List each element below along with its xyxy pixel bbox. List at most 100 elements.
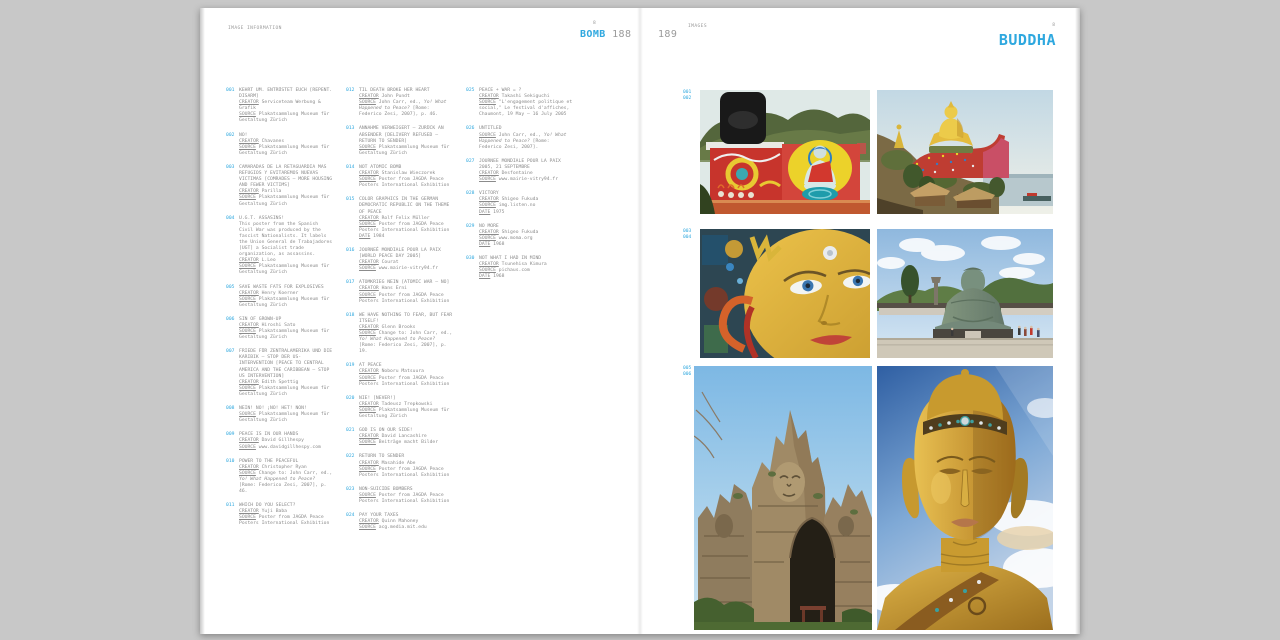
credit-entry: 011WHICH DO YOU SELECT?CREATOR Yuji Baba… (226, 503, 338, 527)
credit-entry: 020NIE! [NEVER!]CREATOR Tadeusz Trepkows… (346, 396, 458, 420)
photo-row2-labels: 003004 (683, 229, 691, 241)
photo-row3-labels: 005006 (683, 366, 691, 378)
entry-number: 010 (226, 459, 239, 496)
entry-text: FRIEDE FÜR ZENTRALAMERIKA UND DIE KARIBI… (239, 349, 333, 398)
entry-text: PAY YOUR TAXESCREATOR Quinn MahoneySOURC… (359, 513, 453, 531)
entry-text: JOURNEÉ MONDIALE POUR LA PAIX [WORLD PEA… (359, 248, 453, 272)
section-title-buddha: BUDDHA (999, 31, 1056, 49)
credit-entry: 014NOT ATOMIC BOMBCREATOR Stanislaw Wiec… (346, 165, 458, 189)
section-title-bomb: BOMB (580, 29, 606, 40)
entry-number: 013 (346, 126, 359, 156)
entry-text: COLOR GRAPHICS IN THE GERMAN DEMOCRATIC … (359, 197, 453, 240)
entry-number: 016 (346, 248, 359, 272)
entry-number: 015 (346, 197, 359, 240)
entry-text: NO MORECREATOR Shigeo FukudaSOURCE www.m… (479, 224, 573, 248)
credit-entry: 001KEHRT UM. ENTRÜSTET EUCH [REPENT. DIS… (226, 88, 338, 125)
right-header-label: IMAGES (688, 24, 707, 29)
entry-text: UNTITLEDSOURCE John Carr, ed., Yo! What … (479, 126, 573, 150)
credit-entry: 009PEACE IS IN OUR HANDSCREATOR David Gi… (226, 432, 338, 450)
credit-entry: 028VICTORYCREATOR Shigeo FukudaSOURCE im… (466, 191, 578, 215)
entry-text: NO!CREATOR ChavanesSOURCE Plakatsammlung… (239, 133, 333, 157)
left-page-number: 188 (612, 29, 631, 40)
gilded-buddha-head-sky-photo (877, 366, 1053, 630)
entry-number: 003 (226, 165, 239, 208)
entry-text: SIN OF GROWN-UPCREATOR Hiroshi SatoSOURC… (239, 317, 333, 341)
entry-text: VICTORYCREATOR Shigeo FukudaSOURCE img.l… (479, 191, 573, 215)
credits-column-3: 025PEACE + WAR = ?CREATOR Takashi Sekigu… (466, 88, 578, 288)
entry-number: 001 (226, 88, 239, 125)
credit-entry: 024PAY YOUR TAXESCREATOR Quinn MahoneySO… (346, 513, 458, 531)
credit-entry: 015COLOR GRAPHICS IN THE GERMAN DEMOCRAT… (346, 197, 458, 240)
entry-text: PEACE + WAR = ?CREATOR Takashi Sekiguchi… (479, 88, 573, 118)
entry-number: 012 (346, 88, 359, 118)
credit-entry: 006SIN OF GROWN-UPCREATOR Hiroshi SatoSO… (226, 317, 338, 341)
credit-entry: 029NO MORECREATOR Shigeo FukudaSOURCE ww… (466, 224, 578, 248)
entry-text: WE HAVE NOTHING TO FEAR, BUT FEAR ITSELF… (359, 313, 453, 356)
entry-number: 005 (226, 285, 239, 309)
credit-entry: 027JOURNEE MONDIALE POUR LA PAIX 2005, 2… (466, 159, 578, 183)
right-section-number: 8 (1052, 23, 1055, 28)
book-spread: IMAGE INFORMATION 8 BOMB 188 001KEHRT UM… (200, 8, 1080, 634)
entry-number: 014 (346, 165, 359, 189)
entry-number: 008 (226, 406, 239, 424)
credit-entry: 017ATOMKRIEG NEIN [ATOMIC WAR – NO]CREAT… (346, 280, 458, 304)
entry-text: AT PEACECREATOR Noboru MatsuuraSOURCE Po… (359, 363, 453, 387)
entry-number: 007 (226, 349, 239, 398)
great-buddha-kamakura-photo (877, 229, 1053, 358)
entry-number: 004 (226, 216, 239, 277)
credit-entry: 013ANNAHME VERWEIGERT — ZURÜCK AN ABSEND… (346, 126, 458, 156)
credit-entry: 007FRIEDE FÜR ZENTRALAMERIKA UND DIE KAR… (226, 349, 338, 398)
entry-number: 027 (466, 159, 479, 183)
credit-entry: 018WE HAVE NOTHING TO FEAR, BUT FEAR ITS… (346, 313, 458, 356)
entry-number: 029 (466, 224, 479, 248)
left-section-number: 8 (593, 21, 596, 26)
photo-row1-labels: 001002 (683, 90, 691, 102)
credit-entry: 022RETURN TO SENDERCREATOR Masahide AbeS… (346, 454, 458, 478)
golden-buddha-face-ornate-photo (700, 229, 870, 358)
entry-number: 002 (226, 133, 239, 157)
entry-text: SAVE WASTE FATS FOR EXPLOSIVESCREATOR He… (239, 285, 333, 309)
entry-number: 022 (346, 454, 359, 478)
entry-number: 006 (226, 317, 239, 341)
credit-entry: 030NOT WHAT I HAD IN MINDCREATOR Tsunehi… (466, 256, 578, 280)
credit-entry: 002NO!CREATOR ChavanesSOURCE Plakatsamml… (226, 133, 338, 157)
entry-text: U.G.T. ASSASINS!This poster from the Spa… (239, 216, 333, 277)
entry-text: POWER TO THE PEACEFULCREATOR Christopher… (239, 459, 333, 496)
rooftop-buddha-mural-photo (700, 90, 870, 214)
right-page-number: 189 (658, 29, 677, 40)
entry-text: NEIN! NO! ¡NO! HET! NON!SOURCE Plakatsam… (239, 406, 333, 424)
entry-number: 024 (346, 513, 359, 531)
entry-text: JOURNEE MONDIALE POUR LA PAIX 2005, 21 S… (479, 159, 573, 183)
page-gutter (637, 8, 643, 634)
entry-text: PEACE IS IN OUR HANDSCREATOR David Gillh… (239, 432, 333, 450)
entry-number: 020 (346, 396, 359, 420)
entry-number: 023 (346, 487, 359, 505)
entry-number: 009 (226, 432, 239, 450)
credit-entry: 016JOURNEÉ MONDIALE POUR LA PAIX [WORLD … (346, 248, 458, 272)
entry-number: 028 (466, 191, 479, 215)
entry-text: ANNAHME VERWEIGERT — ZURÜCK AN ABSENDER … (359, 126, 453, 156)
entry-text: TIL DEATH BROKE HER HEARTCREATOR John Pu… (359, 88, 453, 118)
entry-number: 011 (226, 503, 239, 527)
credit-entry: 019AT PEACECREATOR Noboru MatsuuraSOURCE… (346, 363, 458, 387)
credit-entry: 012TIL DEATH BROKE HER HEARTCREATOR John… (346, 88, 458, 118)
credit-entry: 008NEIN! NO! ¡NO! HET! NON!SOURCE Plakat… (226, 406, 338, 424)
credit-entry: 021GOD IS ON OUR SIDE!CREATOR David Lanc… (346, 428, 458, 446)
credit-entry: 003CAMARADAS DE LA RETAGUARDIA MAS REFUG… (226, 165, 338, 208)
entry-number: 025 (466, 88, 479, 118)
entry-number: 018 (346, 313, 359, 356)
golden-buddha-on-hill-photo (877, 90, 1053, 214)
entry-number: 021 (346, 428, 359, 446)
entry-text: NIE! [NEVER!]CREATOR Tadeusz TrepkowskiS… (359, 396, 453, 420)
credit-entry: 026UNTITLEDSOURCE John Carr, ed., Yo! Wh… (466, 126, 578, 150)
entry-number: 019 (346, 363, 359, 387)
left-running-head: BOMB 188 (580, 29, 631, 40)
entry-text: ATOMKRIEG NEIN [ATOMIC WAR – NO]CREATOR … (359, 280, 453, 304)
entry-text: KEHRT UM. ENTRÜSTET EUCH [REPENT. DISARM… (239, 88, 333, 125)
credit-entry: 025PEACE + WAR = ?CREATOR Takashi Sekigu… (466, 88, 578, 118)
entry-number: 026 (466, 126, 479, 150)
entry-number: 017 (346, 280, 359, 304)
entry-text: CAMARADAS DE LA RETAGUARDIA MAS REFUGIOS… (239, 165, 333, 208)
entry-number: 030 (466, 256, 479, 280)
entry-text: NOT ATOMIC BOMBCREATOR Stanislaw Wieczor… (359, 165, 453, 189)
